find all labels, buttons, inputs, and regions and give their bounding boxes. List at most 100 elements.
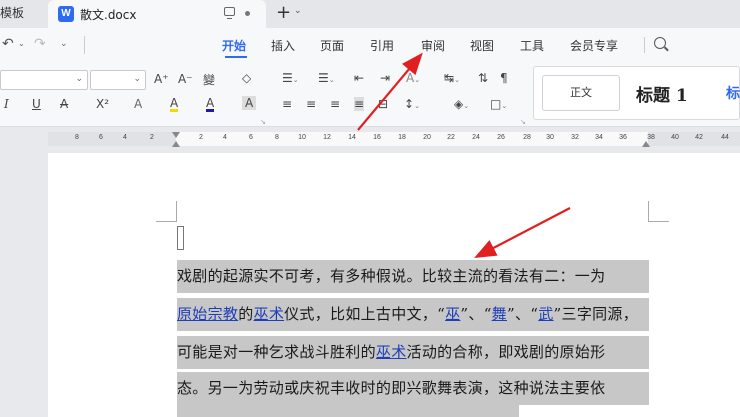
- text-run: 活动的合称，即戏剧的原始形: [406, 343, 606, 361]
- paragraph-dialog-launcher-icon[interactable]: ↘: [520, 118, 526, 126]
- title-tab-bar: 模板 W 散文.docx + ⌄: [0, 0, 740, 28]
- shading-icon[interactable]: ◈⌄: [454, 97, 469, 111]
- align-right-icon[interactable]: ≡: [330, 97, 340, 111]
- text-run: ”、“: [506, 305, 539, 323]
- borders-icon[interactable]: □⌄: [490, 97, 507, 111]
- chevron-down-icon[interactable]: ⌄: [294, 6, 302, 16]
- tab-membership[interactable]: 会员专享: [570, 37, 618, 54]
- ruler-number: 36: [619, 134, 627, 141]
- highlight-button[interactable]: A: [170, 97, 179, 112]
- menu-divider: [84, 36, 85, 54]
- distributed-icon[interactable]: ⊟: [378, 97, 388, 111]
- justify-icon[interactable]: ≡: [354, 97, 365, 111]
- ruler-number: 6: [249, 134, 253, 141]
- ruler-number: 18: [398, 134, 406, 141]
- crop-mark: [648, 201, 649, 222]
- new-tab-button[interactable]: +: [276, 2, 291, 23]
- menu-divider: [644, 37, 645, 53]
- active-tab-indicator: [225, 56, 247, 58]
- styles-gallery: 正文 标题 1 标: [533, 66, 740, 120]
- unsaved-dot-icon[interactable]: [245, 11, 250, 16]
- text-effect-button[interactable]: A: [134, 97, 142, 111]
- hyperlink[interactable]: 舞: [492, 305, 507, 323]
- hyperlink[interactable]: 武: [538, 305, 553, 323]
- font-grow-button[interactable]: A⁺: [154, 72, 169, 86]
- undo-icon[interactable]: ↶: [2, 36, 14, 52]
- phonetic-guide-button[interactable]: 變: [203, 71, 215, 88]
- tab-page[interactable]: 页面: [320, 37, 344, 54]
- ruler-number: 40: [671, 134, 679, 141]
- hyperlink[interactable]: 巫: [445, 305, 460, 323]
- text-run: 戏剧的起源实不可考，有多种假说。比较主流的看法有二：一为: [177, 267, 606, 285]
- font-name-select[interactable]: ⌄: [0, 70, 88, 90]
- ruler-number: 10: [298, 134, 306, 141]
- paragraph-line[interactable]: 态。另一为劳动或庆祝丰收时的即兴歌舞表演，这种说法主要依: [177, 372, 649, 405]
- decrease-indent-icon[interactable]: ⇤: [354, 71, 364, 85]
- italic-button[interactable]: I: [4, 97, 9, 111]
- hyperlink[interactable]: 原始宗教: [177, 305, 238, 323]
- line-spacing-icon[interactable]: ↕⌄: [404, 97, 420, 111]
- quick-access-more-icon[interactable]: ⌄: [60, 39, 68, 49]
- tab-document[interactable]: W 散文.docx: [48, 0, 266, 28]
- horizontal-ruler[interactable]: 8 6 4 2 2 4 6 8 10 12 14 16 18 20 22 24 26 28 30 32 34 36 38 40…: [48, 132, 740, 147]
- numbered-list-icon[interactable]: ☰⌄: [318, 71, 335, 85]
- tab-review[interactable]: 审阅: [421, 37, 445, 54]
- selection-highlight: [177, 403, 519, 417]
- crop-mark: [648, 221, 669, 222]
- superscript-button[interactable]: X²: [96, 97, 109, 111]
- ruler-number: 24: [472, 134, 480, 141]
- style-normal[interactable]: 正文: [542, 75, 620, 111]
- tab-home[interactable]: 开始: [222, 37, 246, 54]
- first-line-indent-marker[interactable]: [172, 132, 180, 138]
- paragraph-mark-cursor: [177, 226, 184, 250]
- hyperlink[interactable]: 巫术: [254, 305, 285, 323]
- ruler-number: 22: [447, 134, 455, 141]
- paragraph-line[interactable]: 原始宗教的巫术仪式，比如上古中文，“巫”、“舞”、“武”三字同源，: [177, 298, 649, 331]
- undo-dropdown-icon[interactable]: ⌄: [18, 39, 25, 48]
- tab-references[interactable]: 引用: [370, 37, 394, 54]
- tab-tools[interactable]: 工具: [520, 37, 544, 54]
- text-run: ”三字同源，: [553, 305, 639, 323]
- underline-button[interactable]: U: [32, 97, 41, 111]
- character-shading-button[interactable]: A: [242, 96, 257, 110]
- show-marks-icon[interactable]: ¶: [500, 71, 508, 85]
- redo-icon[interactable]: ↷: [34, 36, 46, 52]
- style-heading1[interactable]: 标题 1: [636, 81, 688, 106]
- search-icon[interactable]: [654, 37, 666, 49]
- font-shrink-button[interactable]: A⁻: [178, 72, 193, 86]
- ruler-number: 14: [348, 134, 356, 141]
- font-size-select[interactable]: ⌄: [90, 70, 146, 90]
- hyperlink[interactable]: 巫术: [376, 343, 407, 361]
- display-icon[interactable]: [224, 7, 235, 19]
- chevron-down-icon: ⌄: [133, 74, 141, 84]
- wps-writer-window: 模板 W 散文.docx + ⌄ ↶ ⌄ ↷ ⌄ 开始 插入 页面 引用 审阅 …: [0, 0, 740, 417]
- font-color-button[interactable]: A: [206, 97, 215, 112]
- change-case-icon[interactable]: A⌄: [406, 71, 420, 85]
- tab-template-label: 模板: [0, 6, 25, 20]
- chevron-down-icon: ⌄: [75, 74, 83, 84]
- clear-format-icon[interactable]: ◇: [242, 71, 251, 85]
- text-run: 可能是对一种乞求战斗胜利的: [177, 343, 376, 361]
- tab-insert[interactable]: 插入: [271, 37, 295, 54]
- align-left-icon[interactable]: ≡: [282, 97, 292, 111]
- ruler-number: 42: [695, 134, 703, 141]
- font-dialog-launcher-icon[interactable]: ↘: [260, 118, 266, 126]
- tab-template[interactable]: 模板: [0, 0, 24, 28]
- style-heading2[interactable]: 标: [726, 83, 740, 103]
- ruler-number: 6: [99, 134, 103, 141]
- ruler-number: 2: [199, 134, 203, 141]
- strikethrough-button[interactable]: A: [60, 97, 68, 111]
- tab-view[interactable]: 视图: [470, 37, 494, 54]
- align-center-icon[interactable]: ≡: [306, 97, 316, 111]
- sort-icon[interactable]: ⇅: [478, 71, 488, 85]
- paragraph-line[interactable]: 戏剧的起源实不可考，有多种假说。比较主流的看法有二：一为: [177, 260, 649, 293]
- increase-indent-icon[interactable]: ⇥: [380, 71, 390, 85]
- paragraph-line[interactable]: 可能是对一种乞求战斗胜利的巫术活动的合称，即戏剧的原始形: [177, 336, 649, 369]
- wrap-icon[interactable]: ↹⌄: [444, 71, 460, 85]
- ruler-number: 34: [595, 134, 603, 141]
- ruler-number: 32: [571, 134, 579, 141]
- left-indent-marker[interactable]: [172, 141, 180, 147]
- right-indent-marker[interactable]: [642, 141, 650, 147]
- bullet-list-icon[interactable]: ☰⌄: [282, 71, 299, 85]
- ruler-number: 4: [123, 134, 127, 141]
